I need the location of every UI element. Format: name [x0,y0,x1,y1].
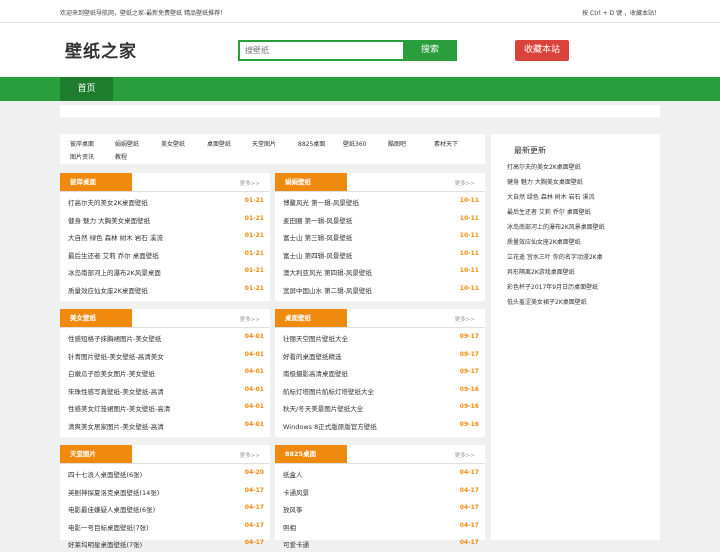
search-input[interactable] [238,40,407,61]
sidebar-item[interactable]: 最后生还者 艾莉 乔尔 桌面壁纸 [507,207,591,216]
list-item[interactable]: 电影最佳嫌疑人桌面壁纸(6张) 04-17 [60,499,270,517]
tag-link[interactable]: 美女壁纸 [161,139,185,148]
list-item[interactable]: 健身 魅力 大胸美女桌面壁纸 01-21 [60,210,270,228]
card-title[interactable]: 彼岸桌面 [60,173,132,191]
sidebar-item[interactable]: 健身 魅力 大胸美女桌面壁纸 [507,177,583,186]
sidebar-item[interactable]: 冰岛南部河上的瀑布2K风景桌面壁纸 [507,222,605,231]
list-item[interactable]: 富士山 第三辑-风景壁纸 10-11 [275,227,485,245]
list-item[interactable]: 打高尔夫的美女2K桌面壁纸 01-21 [60,192,270,210]
banner-strip [60,105,660,117]
bookmark-button[interactable]: 收藏本站 [515,40,569,61]
more-link[interactable]: 更多>> [455,315,475,323]
tag-link[interactable]: 酷图吧 [388,139,406,148]
list-item[interactable]: 质量效应仙女座2K桌面壁纸 01-21 [60,280,270,298]
card-title[interactable]: 桌面壁纸 [275,309,347,327]
tag-link[interactable]: 娟娟壁纸 [115,139,139,148]
list-item[interactable]: 针青图片壁纸-美女壁纸-高清美女 04-01 [60,346,270,364]
site-logo[interactable]: 壁纸之家 [65,37,137,62]
tag-link[interactable]: 教程 [115,152,127,161]
list-item[interactable]: 壮丽天空图片壁纸大全 09-17 [275,328,485,346]
category-card: 桌面壁纸 更多>> 壮丽天空图片壁纸大全 09-17 好看的桌面壁纸精选 09-17… [275,309,485,437]
category-card: 娟娟壁纸 更多>> 博鳌风光 第一辑-风景壁纸 10-11 麦田圈 第一辑-风景壁… [275,173,485,301]
tag-link[interactable]: 桌面壁纸 [207,139,231,148]
list-item[interactable]: 照相 04-17 [275,517,485,535]
nav-item-home[interactable]: 首页 [60,77,113,101]
sidebar-item[interactable]: 立花遥 宫水三叶 你的名字动漫2K桌 [507,252,603,261]
list-item[interactable]: 英剧神探夏洛克桌面壁纸(14张) 04-17 [60,482,270,500]
list-item[interactable]: 最后生还者 艾莉 乔尔 桌面壁纸 01-21 [60,245,270,263]
top-bar: 欢迎来到壁纸导航网，壁纸之家-最新免费壁纸 精品壁纸推荐！ 按 Ctrl + D… [0,0,720,23]
tag-link[interactable]: 天堂图片 [252,139,276,148]
list-item[interactable]: 电影一号目标桌面壁纸(7张) 04-17 [60,517,270,535]
more-link[interactable]: 更多>> [240,315,260,323]
tag-link[interactable]: 彼岸桌面 [70,139,94,148]
tag-link[interactable]: 素材天下 [434,139,458,148]
list-item[interactable]: 白嫩瓜子脸美女图片-美女壁纸 04-01 [60,363,270,381]
list-item[interactable]: 麦田圈 第一辑-风景壁纸 10-11 [275,210,485,228]
sidebar-title: 最新更新 [514,146,546,155]
list-item[interactable]: 纸盒人 04-17 [275,464,485,482]
category-card: 彼岸桌面 更多>> 打高尔夫的美女2K桌面壁纸 01-21 健身 魅力 大胸美女桌… [60,173,270,301]
list-item[interactable]: 性感美女灯笼裙图片-美女壁纸-高清 04-01 [60,398,270,416]
category-card: 天堂图片 更多>> 四十七浪人桌面壁纸(6张) 04-20 英剧神探夏洛克桌面壁纸… [60,445,270,549]
sidebar-item[interactable]: 异形隔离2K游戏桌面壁纸 [507,267,575,276]
list-item[interactable]: 好莱坞明星桌面壁纸(7张) 04-17 [60,534,270,552]
main-nav: 首页 [0,77,720,101]
category-card: 美女壁纸 更多>> 性感短格子抹胸裙图片-美女壁纸 04-01 针青图片壁纸-美女… [60,309,270,437]
list-item[interactable]: 好看的桌面壁纸精选 09-17 [275,346,485,364]
sidebar-item[interactable]: 打高尔夫的美女2K桌面壁纸 [507,162,581,171]
more-link[interactable]: 更多>> [455,179,475,187]
list-item[interactable]: 四十七浪人桌面壁纸(6张) 04-20 [60,464,270,482]
list-item[interactable]: 宽屏中国山水 第二辑-风景壁纸 10-11 [275,280,485,298]
card-title[interactable]: 8825桌面 [275,445,347,463]
sidebar-item[interactable]: 质量效应仙女座2K桌面壁纸 [507,237,581,246]
sidebar-latest: 最新更新 打高尔夫的美女2K桌面壁纸 健身 魅力 大胸美女桌面壁纸 大自然 绿色… [491,134,660,540]
list-item[interactable]: 朱珠性感写真壁纸-美女壁纸-高清 04-01 [60,381,270,399]
list-item[interactable]: 南极摄影高清桌面壁纸 09-17 [275,363,485,381]
search-button[interactable]: 搜索 [403,40,457,61]
list-item[interactable]: 大自然 绿色 森林 树木 岩石 溪流 01-21 [60,227,270,245]
card-title[interactable]: 天堂图片 [60,445,132,463]
tag-link[interactable]: 壁纸360 [343,139,366,148]
list-item[interactable]: 秋天/冬天美景图片壁纸大全 09-16 [275,398,485,416]
category-card: 8825桌面 更多>> 纸盒人 04-17 卡通风景 04-17 放风筝 04-17 … [275,445,485,549]
sidebar-item[interactable]: 彩色杯子2017年9月日历桌面壁纸 [507,282,598,291]
welcome-text: 欢迎来到壁纸导航网，壁纸之家-最新免费壁纸 精品壁纸推荐！ [60,10,227,17]
more-link[interactable]: 更多>> [240,451,260,459]
list-item[interactable]: 可爱卡通 04-17 [275,534,485,552]
list-item[interactable]: 博鳌风光 第一辑-风景壁纸 10-11 [275,192,485,210]
tag-link[interactable]: 8825桌面 [298,139,325,148]
bookmark-hint: 按 Ctrl + D 键 ，收藏本站！ [582,10,660,17]
sidebar-item[interactable]: 大自然 绿色 森林 树木 岩石 溪流 [507,192,595,201]
list-item[interactable]: 清爽美女居家图片-美女壁纸-高清 04-01 [60,416,270,434]
list-item[interactable]: 卡通风景 04-17 [275,482,485,500]
tag-link[interactable]: 图片资讯 [70,152,94,161]
list-item[interactable]: 航标灯塔图片航标灯塔壁纸大全 09-16 [275,381,485,399]
more-link[interactable]: 更多>> [455,451,475,459]
list-item[interactable]: Windows 8正式版原版官方壁纸 09-16 [275,416,485,434]
card-title[interactable]: 娟娟壁纸 [275,173,347,191]
list-item[interactable]: 澳大利亚风光 第四辑-风景壁纸 10-11 [275,262,485,280]
site-tags: 彼岸桌面 娟娟壁纸 美女壁纸 桌面壁纸 天堂图片 8825桌面 壁纸360 酷图… [60,134,485,164]
card-title[interactable]: 美女壁纸 [60,309,132,327]
list-item[interactable]: 富士山 第四辑-风景壁纸 10-11 [275,245,485,263]
sidebar-item[interactable]: 低头羞涩美女裙子2K桌面壁纸 [507,297,587,306]
list-item[interactable]: 性感短格子抹胸裙图片-美女壁纸 04-01 [60,328,270,346]
list-item[interactable]: 放风筝 04-17 [275,499,485,517]
more-link[interactable]: 更多>> [240,179,260,187]
list-item[interactable]: 冰岛南部河上的瀑布2K风景桌面 01-21 [60,262,270,280]
